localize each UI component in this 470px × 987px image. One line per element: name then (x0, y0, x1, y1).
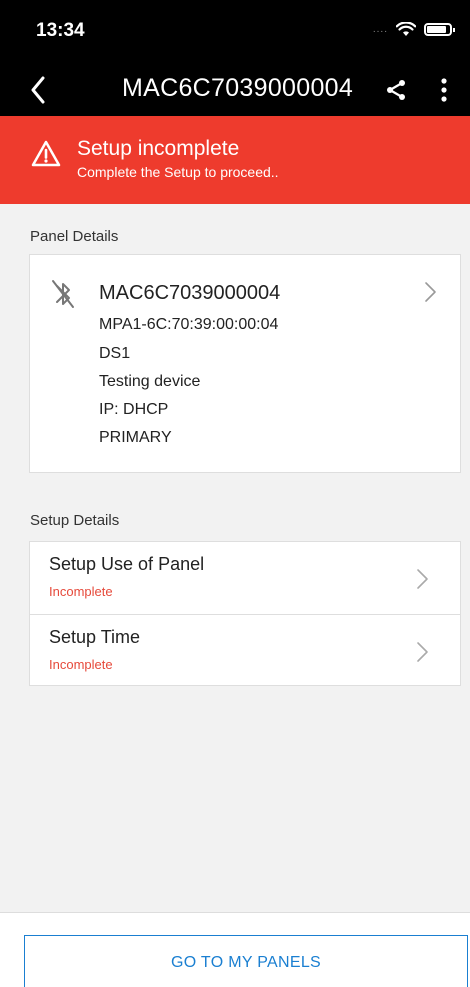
panel-ip: IP: DHCP (99, 401, 169, 418)
panel-ds: DS1 (99, 345, 131, 362)
panel-details-card[interactable]: MAC6C7039000004 MPA1-6C:70:39:00:00:04 D… (29, 254, 461, 473)
setup-item-status: Incomplete (49, 657, 113, 672)
setup-item-title: Setup Time (49, 627, 141, 647)
panel-name: MAC6C7039000004 (99, 282, 281, 304)
signal-indicator: .... (372, 24, 388, 35)
setup-item-status: Incomplete (49, 584, 113, 599)
panel-mac-address: MPA1-6C:70:39:00:00:04 (99, 316, 279, 333)
wifi-icon (396, 22, 416, 36)
status-icons: .... (372, 22, 455, 37)
setup-time-row[interactable]: Setup Time Incomplete (30, 614, 460, 686)
back-icon[interactable] (30, 72, 70, 108)
go-to-my-panels-button[interactable]: GO TO MY PANELS (24, 935, 468, 987)
bottom-bar: GO TO MY PANELS (0, 912, 470, 987)
setup-incomplete-banner: Setup incomplete Complete the Setup to p… (0, 116, 470, 204)
panel-description: Testing device (99, 373, 201, 390)
setup-use-of-panel-row[interactable]: Setup Use of Panel Incomplete (30, 542, 460, 614)
chevron-right-icon (425, 282, 436, 302)
setup-details-header: Setup Details (30, 512, 120, 529)
battery-icon (424, 23, 455, 36)
panel-details-header: Panel Details (30, 228, 119, 245)
status-time: 13:34 (36, 20, 85, 41)
setup-item-title: Setup Use of Panel (49, 554, 205, 574)
chevron-right-icon (417, 569, 428, 589)
page-title: MAC6C7039000004 (122, 74, 354, 102)
chevron-right-icon (417, 642, 428, 662)
nav-bar: MAC6C7039000004 (0, 64, 470, 116)
share-icon[interactable] (384, 78, 408, 102)
alert-title: Setup incomplete (77, 137, 240, 160)
status-bar: 13:34 .... (0, 0, 470, 64)
panel-role: PRIMARY (99, 429, 172, 446)
setup-details-card: Setup Use of Panel Incomplete Setup Time… (29, 541, 461, 686)
warning-icon (31, 140, 61, 167)
alert-subtitle: Complete the Setup to proceed.. (77, 164, 279, 180)
more-icon[interactable] (432, 76, 456, 104)
bluetooth-disabled-icon (52, 280, 74, 308)
